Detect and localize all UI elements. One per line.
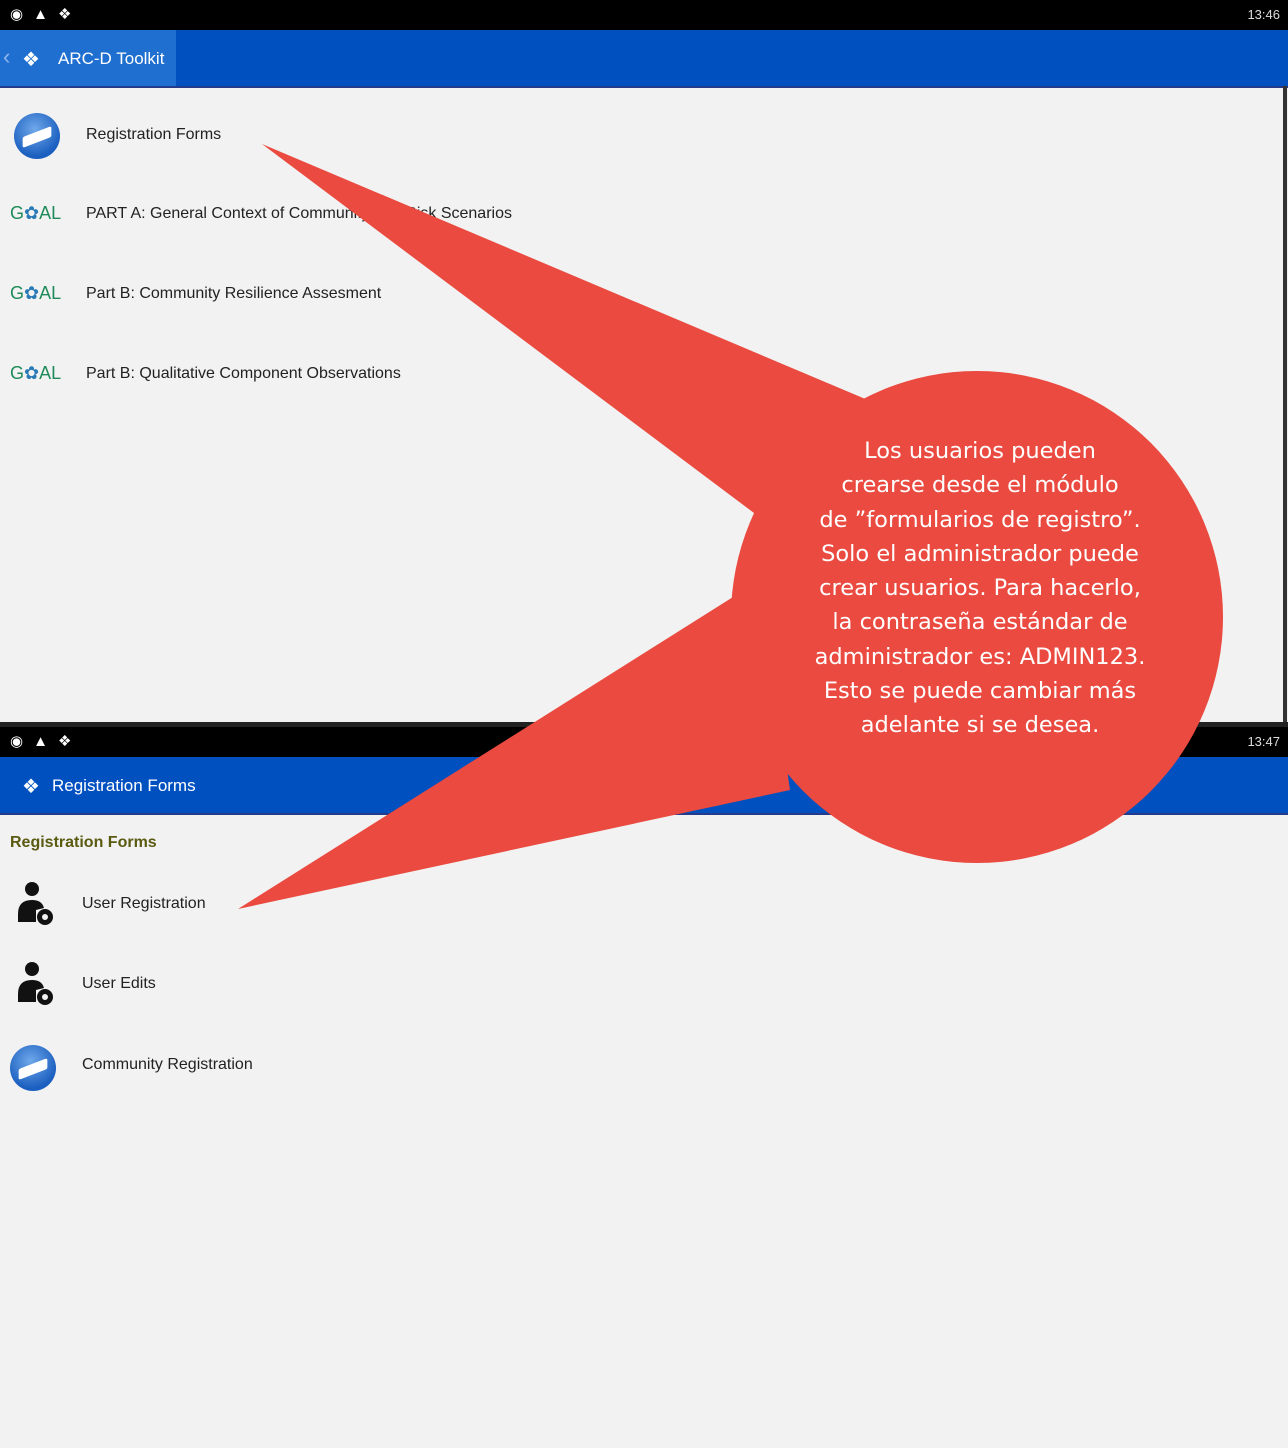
menu-item-part-b-assessment[interactable]: G✿AL Part B: Community Resilience Assesm… [0,265,1100,325]
menu-item-label: PART A: General Context of Community and… [86,205,512,222]
menu-item-label: User Edits [82,975,156,992]
status-time: 13:46 [1247,7,1280,22]
menu-item-label: User Registration [82,895,206,912]
menu-item-label: Community Registration [82,1056,253,1073]
bottom-screen: ◉ ▲ ❖ 13:47 ❖ Registration Forms Registr… [0,727,1288,1448]
section-title: Registration Forms [10,834,157,851]
callout-line: crearse desde el módulo [841,472,1119,499]
menu-item-part-a[interactable]: G✿AL PART A: General Context of Communit… [0,185,1100,245]
app-icon: ❖ [57,6,72,23]
menu-item-user-edits[interactable]: User Edits [0,955,1100,1015]
back-button[interactable]: ❖ ARC-D Toolkit [0,30,176,86]
frame-border [1283,86,1287,727]
callout-line: la contraseña estándar de [832,609,1128,636]
registration-logo-icon [14,113,60,159]
app-bar: ❖ ARC-D Toolkit [0,30,1288,88]
goal-logo-icon: G✿AL [10,283,62,303]
callout-line: crear usuarios. Para hacerlo, [819,575,1141,602]
menu-item-registration-forms[interactable]: Registration Forms [0,104,1100,164]
usb-icon: ▲ [33,6,48,23]
app-logo-icon: ❖ [22,49,40,71]
location-icon: ◉ [10,733,24,750]
callout-text: Los usuarios pueden crearse desde el mód… [770,434,1190,743]
callout-line: de ”formularios de registro”. [819,506,1141,533]
callout-line: administrador es: ADMIN123. [814,643,1146,670]
goal-logo-icon: G✿AL [10,203,62,223]
registration-logo-icon [10,1045,56,1091]
goal-logo-icon: G✿AL [10,363,62,383]
status-time: 13:47 [1247,734,1280,749]
callout-line: Los usuarios pueden [864,438,1096,464]
status-bar: ◉ ▲ ❖ 13:46 [0,0,1288,30]
callout-line: Solo el administrador puede [821,540,1139,567]
location-icon: ◉ [10,6,24,23]
app-title: Registration Forms [52,776,196,795]
callout-line: adelante si se desea. [860,712,1100,739]
menu-item-user-registration[interactable]: User Registration [0,875,1100,935]
user-gear-icon [18,962,53,1005]
menu-item-label: Part B: Community Resilience Assesment [86,285,382,302]
app-title: ARC-D Toolkit [58,49,165,68]
app-icon: ❖ [57,733,72,750]
callout-line: Esto se puede cambiar más [823,678,1137,705]
menu-item-label: Part B: Qualitative Component Observatio… [86,365,401,382]
app-bar: ❖ Registration Forms [0,757,1288,815]
user-gear-icon [18,882,53,925]
app-logo-icon[interactable]: ❖ [22,774,40,799]
menu-item-community-registration[interactable]: Community Registration [0,1036,1100,1096]
menu-item-part-b-observations[interactable]: G✿AL Part B: Qualitative Component Obser… [0,345,1100,405]
menu-item-label: Registration Forms [86,126,222,143]
usb-icon: ▲ [33,733,48,750]
